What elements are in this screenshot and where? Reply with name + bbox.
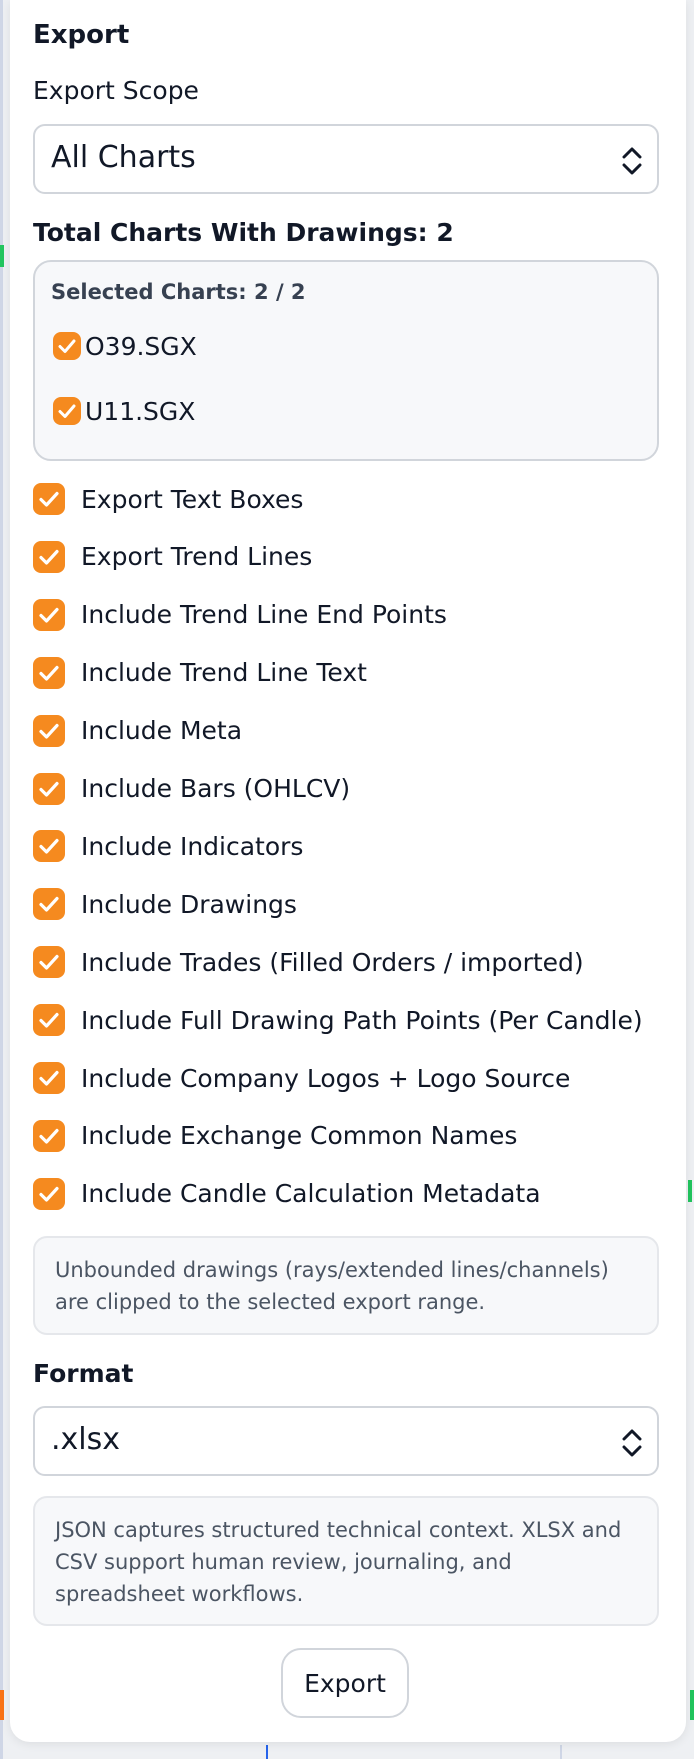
option-label: Include Indicators bbox=[81, 831, 304, 861]
option-label: Include Trend Line End Points bbox=[81, 600, 447, 630]
export-scope-label: Export Scope bbox=[33, 76, 199, 105]
option-label: Include Trades (Filled Orders / imported… bbox=[81, 947, 584, 977]
checkmark-icon bbox=[39, 607, 59, 623]
bg-gridline bbox=[266, 1745, 268, 1759]
export-panel: Export Export Scope All Charts Total Cha… bbox=[10, 0, 686, 1742]
checkmark-icon bbox=[39, 1070, 59, 1086]
bg-candle bbox=[0, 1690, 4, 1720]
option-row[interactable]: Include Candle Calculation Metadata bbox=[33, 1174, 541, 1214]
chart-checkbox[interactable] bbox=[53, 332, 81, 360]
option-row[interactable]: Include Drawings bbox=[33, 884, 297, 924]
chart-checkbox[interactable] bbox=[53, 397, 81, 425]
option-label: Include Company Logos + Logo Source bbox=[81, 1063, 571, 1093]
format-value: .xlsx bbox=[51, 1422, 121, 1457]
option-checkbox[interactable] bbox=[33, 946, 65, 979]
checkmark-icon bbox=[39, 1128, 59, 1144]
option-row[interactable]: Include Company Logos + Logo Source bbox=[33, 1058, 570, 1098]
option-row[interactable]: Include Full Drawing Path Points (Per Ca… bbox=[33, 1000, 643, 1040]
option-row[interactable]: Include Trades (Filled Orders / imported… bbox=[33, 942, 584, 982]
option-label: Include Candle Calculation Metadata bbox=[81, 1179, 541, 1209]
option-checkbox[interactable] bbox=[33, 772, 65, 805]
selected-charts-count: Selected Charts: 2 / 2 bbox=[51, 280, 306, 304]
chart-name: O39.SGX bbox=[85, 331, 197, 361]
bg-candle bbox=[0, 245, 4, 267]
option-checkbox[interactable] bbox=[33, 656, 65, 689]
option-checkbox[interactable] bbox=[33, 1177, 65, 1210]
export-scope-select[interactable]: All Charts bbox=[33, 124, 659, 194]
option-label: Include Drawings bbox=[81, 889, 297, 919]
chart-name: U11.SGX bbox=[85, 396, 196, 426]
export-button[interactable]: Export bbox=[281, 1648, 409, 1718]
checkmark-icon bbox=[39, 781, 59, 797]
checkmark-icon bbox=[39, 1012, 59, 1028]
clip-note: Unbounded drawings (rays/extended lines/… bbox=[33, 1236, 659, 1335]
option-row[interactable]: Export Text Boxes bbox=[33, 479, 303, 519]
checkmark-icon bbox=[39, 491, 59, 507]
option-checkbox[interactable] bbox=[33, 598, 65, 631]
checkmark-icon bbox=[58, 404, 76, 418]
bg-candle bbox=[690, 1690, 694, 1720]
option-label: Include Full Drawing Path Points (Per Ca… bbox=[81, 1005, 643, 1035]
checkmark-icon bbox=[39, 665, 59, 681]
option-checkbox[interactable] bbox=[33, 1119, 65, 1152]
bg-candle bbox=[688, 1180, 692, 1202]
chevron-up-down-icon bbox=[621, 1428, 643, 1458]
option-checkbox[interactable] bbox=[33, 1062, 65, 1094]
option-checkbox[interactable] bbox=[33, 1004, 65, 1037]
option-row[interactable]: Export Trend Lines bbox=[33, 537, 312, 577]
option-row[interactable]: Include Trend Line End Points bbox=[33, 595, 447, 635]
chart-item-u11[interactable]: U11.SGX bbox=[53, 391, 195, 431]
format-select[interactable]: .xlsx bbox=[33, 1406, 659, 1476]
selected-charts-box: Selected Charts: 2 / 2 O39.SGX U11.SGX bbox=[33, 260, 659, 461]
export-scope-value: All Charts bbox=[51, 140, 196, 175]
checkmark-icon bbox=[58, 339, 76, 353]
option-checkbox[interactable] bbox=[33, 540, 65, 573]
option-label: Export Text Boxes bbox=[81, 484, 304, 514]
chart-item-o39[interactable]: O39.SGX bbox=[53, 326, 197, 366]
option-label: Export Trend Lines bbox=[81, 542, 313, 572]
option-checkbox[interactable] bbox=[33, 830, 65, 863]
format-note: JSON captures structured technical conte… bbox=[33, 1496, 659, 1626]
option-label: Include Trend Line Text bbox=[81, 658, 367, 688]
option-checkbox[interactable] bbox=[33, 714, 65, 747]
option-row[interactable]: Include Indicators bbox=[33, 826, 303, 866]
option-row[interactable]: Include Bars (OHLCV) bbox=[33, 769, 350, 809]
bg-gridline bbox=[560, 1745, 562, 1759]
option-label: Include Bars (OHLCV) bbox=[81, 774, 351, 803]
option-row[interactable]: Include Exchange Common Names bbox=[33, 1116, 517, 1156]
checkmark-icon bbox=[39, 549, 59, 565]
checkmark-icon bbox=[39, 897, 59, 912]
chevron-up-down-icon bbox=[621, 146, 643, 176]
checkmark-icon bbox=[39, 723, 59, 739]
option-label: Include Meta bbox=[81, 716, 243, 746]
checkmark-icon bbox=[39, 1186, 59, 1202]
format-label: Format bbox=[33, 1359, 134, 1388]
checkmark-icon bbox=[39, 839, 59, 854]
total-charts-label: Total Charts With Drawings: 2 bbox=[33, 218, 454, 247]
panel-title: Export bbox=[33, 20, 130, 50]
option-row[interactable]: Include Trend Line Text bbox=[33, 653, 367, 693]
option-checkbox[interactable] bbox=[33, 483, 65, 515]
option-checkbox[interactable] bbox=[33, 888, 65, 921]
checkmark-icon bbox=[39, 955, 59, 970]
option-row[interactable]: Include Meta bbox=[33, 711, 242, 751]
option-label: Include Exchange Common Names bbox=[81, 1121, 518, 1151]
